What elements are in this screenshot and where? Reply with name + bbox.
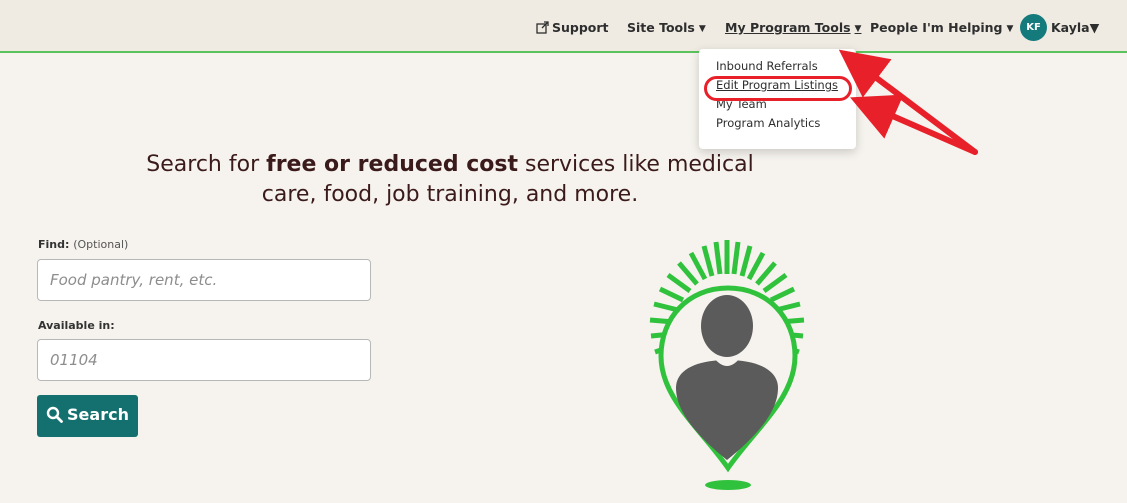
user-name-text: Kayla [1051,20,1090,35]
people-helping-label: People I'm Helping [870,20,1003,35]
arrow-to-item-annotation [850,94,978,155]
pin-shadow-decoration [705,480,751,490]
support-label: Support [552,20,609,35]
hero-title-bold: free or reduced cost [266,152,518,177]
menu-item-my-team[interactable]: My Team [699,95,856,114]
person-location-pin-icon [649,240,805,490]
my-program-tools-menu[interactable]: My Program Tools ▼ [725,20,861,35]
support-link[interactable]: Support [536,20,609,37]
location-label: Available in: [38,319,115,332]
people-helping-menu[interactable]: People I'm Helping ▼ [870,20,1013,35]
avatar: KF [1020,14,1047,41]
hero-title: Search for free or reduced cost services… [120,150,780,210]
caret-down-icon: ▼ [854,24,862,34]
menu-item-inbound-referrals[interactable]: Inbound Referrals [699,57,856,76]
caret-down-icon: ▼ [1006,24,1014,34]
annotation-arrows [838,49,978,155]
menu-item-program-analytics[interactable]: Program Analytics [699,114,856,133]
hero-title-prefix: Search for [146,152,267,177]
location-input[interactable] [37,339,371,381]
site-tools-label: Site Tools [627,20,695,35]
top-navigation-bar: Support Site Tools ▼ My Program Tools ▼ Pe… [0,0,1127,53]
caret-down-icon: ▼ [698,24,706,34]
menu-item-edit-program-listings[interactable]: Edit Program Listings [699,76,856,95]
program-tools-dropdown: Inbound Referrals Edit Program Listings … [699,49,856,149]
user-name: Kayla▼ [1051,20,1099,35]
arrow-to-menu-annotation [838,49,978,155]
site-tools-menu[interactable]: Site Tools ▼ [627,20,706,35]
magnifier-icon [46,406,63,427]
caret-down-icon: ▼ [1089,20,1100,35]
search-button[interactable]: Search [37,395,138,437]
find-label-text: Find: [38,238,70,251]
external-link-icon [536,21,549,37]
find-input[interactable] [37,259,371,301]
search-button-label: Search [67,405,129,424]
find-optional-text: (Optional) [73,238,129,251]
find-label: Find: (Optional) [38,238,128,251]
my-program-tools-label: My Program Tools [725,20,851,35]
